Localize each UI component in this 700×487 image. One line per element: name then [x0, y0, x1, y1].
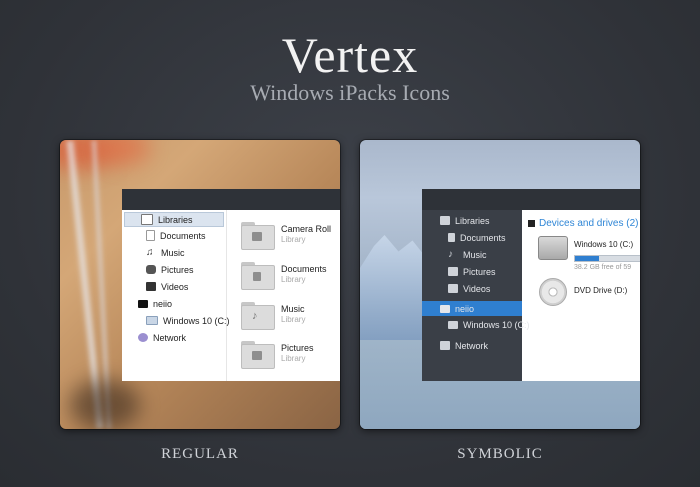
drive-usage-bar — [574, 255, 640, 262]
videos-icon — [146, 282, 156, 291]
nav-item-music[interactable]: ♪ Music — [422, 246, 522, 263]
nav-item-libraries[interactable]: Libraries — [422, 212, 522, 229]
page-title: Vertex — [281, 27, 419, 83]
computer-icon — [138, 299, 148, 308]
documents-icon — [448, 233, 455, 242]
hard-drive-icon — [538, 236, 568, 260]
dvd-drive-icon — [539, 278, 567, 306]
nav-item-documents[interactable]: Documents — [422, 229, 522, 246]
navigation-pane: Libraries Documents ♪ Music Pictures Vid… — [422, 210, 530, 381]
documents-folder-icon — [241, 262, 275, 290]
content-pane: Camera Roll Library Documents Library ♪ … — [227, 210, 340, 381]
documents-icon — [146, 230, 155, 241]
regular-preview: Libraries Documents ♫ Music Pictures Vid… — [60, 140, 340, 429]
drive-icon — [146, 316, 158, 325]
explorer-window-symbolic: Libraries Documents ♪ Music Pictures Vid… — [422, 189, 640, 381]
title-bar — [122, 189, 340, 210]
explorer-window-regular: Libraries Documents ♫ Music Pictures Vid… — [122, 189, 340, 381]
nav-item-pictures[interactable]: Pictures — [422, 263, 522, 280]
nav-item-music[interactable]: ♫ Music — [122, 244, 226, 261]
libraries-icon — [141, 214, 153, 225]
pictures-folder-icon — [241, 341, 275, 369]
symbolic-label: SYMBOLIC — [457, 446, 543, 462]
pictures-icon — [146, 265, 156, 274]
page-subtitle: Windows iPacks Icons — [250, 80, 450, 105]
libraries-icon — [440, 216, 450, 225]
network-icon — [440, 341, 450, 350]
nav-item-pictures[interactable]: Pictures — [122, 261, 226, 278]
nav-item-computer[interactable]: neiio — [422, 301, 522, 316]
nav-item-videos[interactable]: Videos — [422, 280, 522, 297]
nav-item-network[interactable]: Network — [422, 337, 522, 354]
nav-item-network[interactable]: Network — [122, 329, 226, 346]
computer-icon — [440, 304, 450, 313]
nav-item-drive-c[interactable]: Windows 10 (C:) — [422, 316, 530, 333]
devices-section-header[interactable]: Devices and drives (2) — [528, 218, 638, 229]
nav-item-libraries[interactable]: Libraries — [124, 212, 224, 227]
music-folder-icon: ♪ — [241, 302, 275, 330]
network-icon — [138, 333, 148, 342]
nav-item-computer[interactable]: neiio — [122, 295, 226, 312]
nav-item-drive-c[interactable]: Windows 10 (C:) — [122, 312, 230, 329]
navigation-pane: Libraries Documents ♫ Music Pictures Vid… — [122, 210, 230, 381]
music-icon: ♪ — [448, 249, 453, 260]
symbolic-preview: Libraries Documents ♪ Music Pictures Vid… — [360, 140, 640, 429]
nav-item-videos[interactable]: Videos — [122, 278, 226, 295]
content-pane: Devices and drives (2) Windows 10 (C:) 3… — [522, 210, 640, 381]
regular-label: REGULAR — [161, 446, 239, 462]
nav-item-documents[interactable]: Documents — [122, 227, 226, 244]
title-bar — [422, 189, 640, 210]
videos-icon — [448, 284, 458, 293]
pictures-icon — [448, 267, 458, 276]
drive-icon — [448, 320, 458, 329]
camera-roll-folder-icon — [241, 222, 275, 250]
music-icon: ♫ — [146, 247, 154, 258]
collapse-icon — [528, 219, 535, 227]
